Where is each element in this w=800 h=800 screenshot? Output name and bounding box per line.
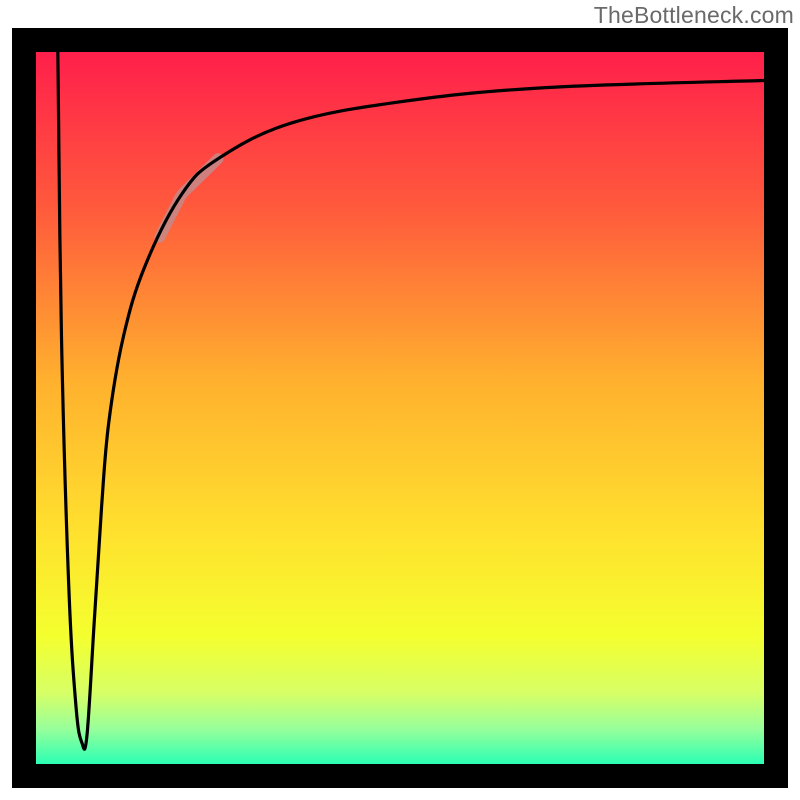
watermark-text: TheBottleneck.com bbox=[594, 2, 794, 29]
chart-wrapper: TheBottleneck.com bbox=[0, 0, 800, 800]
bottleneck-chart bbox=[0, 0, 800, 800]
plot-background bbox=[36, 52, 764, 764]
